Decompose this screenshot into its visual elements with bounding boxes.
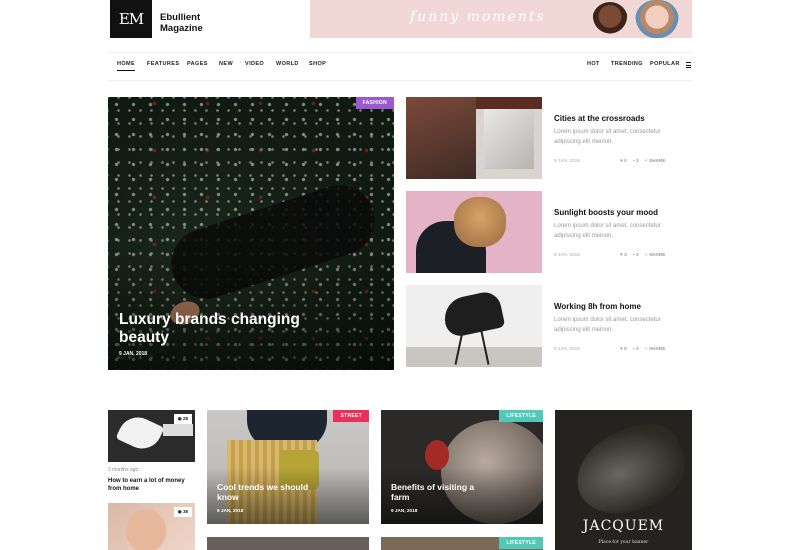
site-name-line1: Ebullient [160,12,201,23]
share-label: SHARE [648,158,666,163]
hamburger-icon[interactable] [686,62,691,70]
small-post-time: 2 months ago [108,467,139,473]
ad-banner[interactable]: JACQUEM Place for your banner [555,410,692,550]
hero-date: 9 JAN, 2018 [119,351,148,357]
nav-video[interactable]: VIDEO [245,61,264,67]
heart-icon[interactable]: ♥ 3 [620,252,627,257]
comment-count: 3 [635,252,639,257]
floor [406,347,542,367]
nav-bottom-divider [108,80,692,81]
side-article-image-3[interactable] [406,285,542,367]
card-gradient [207,410,369,524]
nav-shop[interactable]: SHOP [309,61,326,67]
side-article-excerpt-3: Lorem ipsum dolor sit amet, consectetur … [554,317,661,333]
card-date-2: 9 JAN, 2018 [391,508,418,513]
side-article-title-2[interactable]: Sunlight boosts your mood [554,208,658,217]
card-cool-trends[interactable]: STREET Cool trends we should know 9 JAN,… [207,410,369,524]
small-post-image-1[interactable]: ◉ 28 [108,410,195,462]
side-article-date-2: 8 JAN, 2018 [554,252,580,257]
comment-icon[interactable]: ▪ 3 [633,346,639,351]
card-gradient [381,410,543,524]
side-article-meta-3: ♥ 5 ▪ 3 < SHARE [620,346,670,351]
side-article-meta-2: ♥ 3 ▪ 3 < SHARE [620,252,670,257]
nav-features[interactable]: FEATURES [147,61,179,67]
view-count-badge: ◉ 28 [173,414,192,424]
side-article-date-1: 9 JAN, 2018 [554,158,580,163]
ad-brand: JACQUEM [582,518,665,534]
comment-count: 3 [635,346,639,351]
card-farm[interactable]: LIFESTYLE Benefits of visiting a farm 9 … [381,410,543,524]
nav-pages[interactable]: PAGES [187,61,208,67]
hero-category-tag[interactable]: FASHION [355,97,394,109]
next-card-image-2[interactable]: LIFESTYLE [381,537,543,550]
banner-text: funny moments [410,9,546,25]
share-icon[interactable]: < SHARE [645,252,665,257]
nav-new[interactable]: NEW [219,61,233,67]
nav-hot[interactable]: HOT [587,61,600,67]
share-label: SHARE [648,252,666,257]
side-article-title-1[interactable]: Cities at the crossroads [554,114,645,123]
ad-leaf [564,413,692,527]
chair-seat [440,289,506,339]
banner-child-photo-2 [635,0,679,38]
card-date-1: 9 JAN, 2018 [217,508,244,513]
small-post-title[interactable]: How to earn a lot of money from home [108,477,188,493]
view-count-badge-2: ◉ 38 [173,507,192,517]
side-article-title-3[interactable]: Working 8h from home [554,302,641,311]
card-tag-lifestyle[interactable]: LIFESTYLE [499,410,543,422]
nav-top-divider [108,52,692,53]
person-hair [454,197,506,247]
card-tag-street[interactable]: STREET [333,410,369,422]
views-count-2: 38 [182,509,188,514]
comment-icon[interactable]: ▪ 3 [633,252,639,257]
laptop [163,424,193,436]
views-count: 28 [182,416,188,421]
side-article-excerpt-2: Lorem ipsum dolor sit amet, consectetur … [554,223,661,239]
side-article-meta-1: ♥ 0 ▪ 3 < SHARE [620,158,670,163]
hero-article[interactable]: FASHION Luxury brands changing beauty 9 … [108,97,394,370]
site-name[interactable]: Ebullient Magazine [160,12,203,34]
share-icon[interactable]: < SHARE [645,158,665,163]
card-title-2[interactable]: Benefits of visiting a farm [391,482,486,502]
desk-chair [115,410,165,456]
child-face [126,509,166,550]
heart-icon[interactable]: ♥ 5 [620,346,627,351]
share-label: SHARE [648,346,666,351]
card-title-1[interactable]: Cool trends we should know [217,482,312,502]
share-icon[interactable]: < SHARE [645,346,665,351]
next-card-image-1[interactable] [207,537,369,550]
comment-count: 3 [635,158,639,163]
banner-child-photo-1 [592,2,628,38]
site-name-line2: Magazine [160,23,203,34]
hero-title[interactable]: Luxury brands changing beauty [119,311,319,347]
comment-icon[interactable]: ▪ 3 [633,158,639,163]
nav-world[interactable]: WORLD [276,61,299,67]
stone-pillar [484,105,534,169]
nav-trending[interactable]: TRENDING [611,61,643,67]
small-post-image-2[interactable]: ◉ 38 [108,503,195,550]
side-article-excerpt-1: Lorem ipsum dolor sit amet, consectetur … [554,129,661,145]
nav-home[interactable]: HOME [117,61,136,71]
header-banner[interactable]: funny moments [310,0,692,38]
like-count: 5 [624,346,627,351]
brick-top [476,97,542,109]
heart-icon[interactable]: ♥ 0 [620,158,627,163]
side-article-date-3: 9 JAN, 2018 [554,346,580,351]
ad-subtitle: Place for your banner [598,540,649,545]
eye-icon: ◉ [177,509,182,514]
nav-popular[interactable]: POPULAR [650,61,680,67]
like-count: 3 [624,252,627,257]
like-count: 0 [624,158,627,163]
brick-building [406,97,476,179]
logo-mark[interactable]: EM [110,0,152,38]
card-tag-lifestyle-2[interactable]: LIFESTYLE [499,537,543,549]
side-article-image-2[interactable] [406,191,542,273]
side-article-image-1[interactable] [406,97,542,179]
eye-icon: ◉ [177,416,182,421]
